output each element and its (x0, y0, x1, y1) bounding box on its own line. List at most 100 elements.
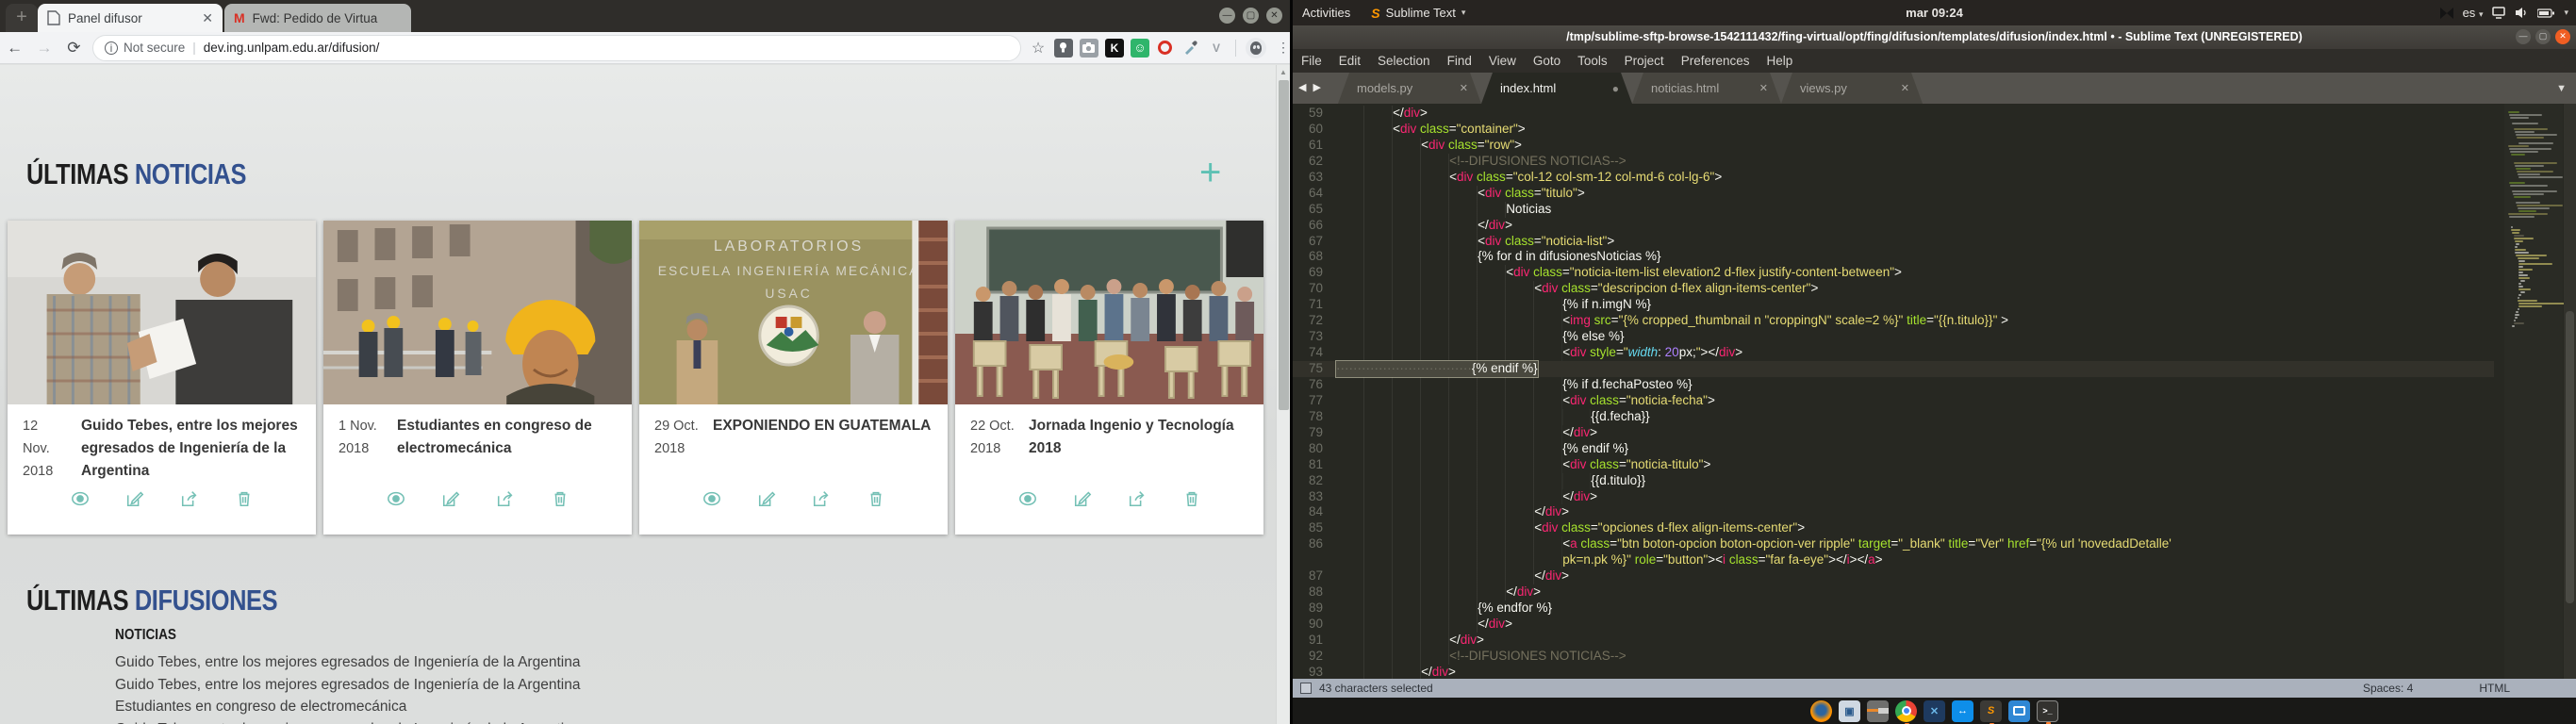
chrome-icon[interactable] (1895, 700, 1917, 722)
clock[interactable]: mar 09:24 (1906, 6, 1963, 20)
edit-icon[interactable] (757, 489, 776, 508)
tab-overflow-icon[interactable]: ▼ (2556, 83, 2567, 94)
edit-icon[interactable] (441, 489, 460, 508)
tab-history-arrows[interactable]: ◀ ▶ (1298, 81, 1323, 93)
view-eye-icon[interactable] (702, 489, 721, 508)
view-eye-icon[interactable] (387, 489, 405, 508)
k-extension-icon[interactable]: K (1105, 39, 1124, 58)
red-ring-extension-icon[interactable] (1156, 39, 1175, 58)
teamviewer-icon[interactable]: ↔ (1952, 700, 1973, 722)
edit-icon[interactable] (125, 489, 144, 508)
network-icon[interactable] (2492, 7, 2505, 19)
share-icon[interactable] (1128, 489, 1147, 508)
battery-icon[interactable] (2537, 8, 2554, 18)
vue-extension-icon[interactable]: V (1207, 39, 1226, 58)
bookmark-star-icon[interactable]: ☆ (1029, 39, 1048, 58)
noticia-card[interactable]: LABORATORIOS ESCUELA INGENIERÍA MECÁNICA… (639, 221, 948, 535)
share-icon[interactable] (180, 489, 199, 508)
editor-tab-index-active[interactable]: index.html● (1481, 73, 1632, 104)
tab-close-icon[interactable]: ✕ (194, 10, 213, 26)
noticia-card[interactable]: 22 Oct. 2018 Jornada Ingenio y Tecnologí… (955, 221, 1263, 535)
boxes-icon[interactable] (2008, 700, 2030, 722)
close-button[interactable]: ✕ (1266, 8, 1282, 24)
back-button[interactable]: ← (0, 39, 29, 58)
close-button[interactable]: ✕ (2555, 29, 2570, 44)
page-scrollbar[interactable]: ▲ (1276, 65, 1290, 724)
code-editor-area[interactable]: 59</div>60<div class="container">61<div … (1293, 104, 2576, 679)
profile-avatar[interactable] (1246, 38, 1266, 58)
noticias-heading: ÚLTIMAS NOTICIAS (26, 157, 246, 191)
forward-button[interactable]: → (29, 39, 58, 58)
indicator-mark-icon[interactable] (2440, 8, 2453, 19)
vintage-mode-icon[interactable] (1300, 683, 1312, 694)
menu-file[interactable]: File (1293, 54, 1330, 68)
scroll-up-icon[interactable]: ▲ (1280, 68, 1287, 76)
file-cabinet-icon[interactable] (1867, 700, 1889, 722)
eyedropper-extension-icon[interactable] (1181, 39, 1200, 58)
scrollbar-thumb[interactable] (2566, 311, 2574, 603)
edit-icon[interactable] (1073, 489, 1092, 508)
tab-close-icon[interactable]: ✕ (1446, 82, 1468, 94)
terminal-icon[interactable]: >_ (2037, 700, 2058, 722)
scrollbar-thumb[interactable] (1279, 80, 1289, 410)
editor-tab-models[interactable]: models.py✕ (1338, 73, 1481, 104)
reload-button[interactable]: ⟳ (59, 39, 89, 58)
editor-scrollbar[interactable] (2564, 104, 2576, 679)
sublime-icon[interactable]: S (1980, 700, 2002, 722)
keyboard-layout-indicator[interactable]: es ▾ (2463, 6, 2484, 20)
menu-project[interactable]: Project (1616, 54, 1673, 68)
address-bar[interactable]: i Not secure | dev.ing.unlpam.edu.ar/dif… (92, 35, 1021, 61)
system-caret[interactable]: ▾ (2564, 8, 2568, 18)
activities-button[interactable]: Activities (1302, 6, 1350, 20)
code-line-91: 91</div> (1293, 633, 2494, 649)
new-tab-button[interactable]: + (6, 4, 38, 32)
maximize-button[interactable]: ▢ (2535, 29, 2551, 44)
streak-extension-icon[interactable]: ☺ (1131, 39, 1149, 58)
gnome-top-bar: Activities SSublime Text▾ mar 09:24 es ▾… (1293, 0, 2576, 25)
lightbulb-extension-icon[interactable] (1054, 39, 1073, 58)
menu-tools[interactable]: Tools (1569, 54, 1616, 68)
code-line-69: 69<div class="noticia-item-list elevatio… (1293, 265, 2494, 281)
code-line-82: 82{{d.titulo}} (1293, 473, 2494, 489)
view-eye-icon[interactable] (1018, 489, 1037, 508)
delete-trash-icon[interactable] (235, 489, 254, 508)
menu-preferences[interactable]: Preferences (1673, 54, 1759, 68)
share-icon[interactable] (496, 489, 515, 508)
editor-tab-views[interactable]: views.py✕ (1781, 73, 1923, 104)
site-info-icon[interactable]: i (105, 41, 118, 55)
menu-help[interactable]: Help (1759, 54, 1802, 68)
minimap[interactable] (2504, 104, 2563, 679)
menu-edit[interactable]: Edit (1330, 54, 1369, 68)
browser-tab-active[interactable]: Panel difusor ✕ (38, 4, 223, 32)
vscode-icon[interactable]: ✕ (1924, 700, 1945, 722)
minimize-button[interactable]: — (1219, 8, 1235, 24)
tab-close-icon[interactable]: ✕ (1746, 82, 1768, 94)
tab-close-icon[interactable]: ✕ (1888, 82, 1909, 94)
add-noticia-button[interactable]: + (1199, 152, 1221, 194)
share-icon[interactable] (812, 489, 831, 508)
delete-trash-icon[interactable] (551, 489, 570, 508)
syntax-status[interactable]: HTML (2479, 682, 2510, 695)
delete-trash-icon[interactable] (1182, 489, 1201, 508)
menu-find[interactable]: Find (1439, 54, 1480, 68)
sublime-title-bar[interactable]: /tmp/sublime-sftp-browse-1542111432/fing… (1293, 25, 2576, 49)
card-title: Estudiantes en congreso de electromecáni… (391, 415, 617, 460)
menu-goto[interactable]: Goto (1525, 54, 1569, 68)
menu-view[interactable]: View (1480, 54, 1525, 68)
indentation-status[interactable]: Spaces: 4 (2363, 682, 2413, 695)
virtualbox-icon[interactable]: ▣ (1839, 700, 1860, 722)
delete-trash-icon[interactable] (867, 489, 885, 508)
volume-icon[interactable] (2515, 7, 2528, 19)
view-eye-icon[interactable] (71, 489, 90, 508)
browser-tab-gmail[interactable]: M Fwd: Pedido de Virtua (224, 4, 411, 32)
menu-selection[interactable]: Selection (1369, 54, 1439, 68)
camera-extension-icon[interactable] (1080, 39, 1098, 58)
editor-tab-noticias[interactable]: noticias.html✕ (1632, 73, 1781, 104)
firefox-icon[interactable] (1810, 700, 1832, 722)
minimize-button[interactable]: — (2516, 29, 2531, 44)
maximize-button[interactable]: ▢ (1243, 8, 1259, 24)
noticia-card[interactable]: 12 Nov. 2018 Guido Tebes, entre los mejo… (8, 221, 316, 535)
focused-app-menu[interactable]: SSublime Text▾ (1371, 6, 1465, 21)
noticia-card[interactable]: 1 Nov. 2018 Estudiantes en congreso de e… (323, 221, 632, 535)
browser-menu-icon[interactable]: ⋮ (1277, 40, 1290, 56)
